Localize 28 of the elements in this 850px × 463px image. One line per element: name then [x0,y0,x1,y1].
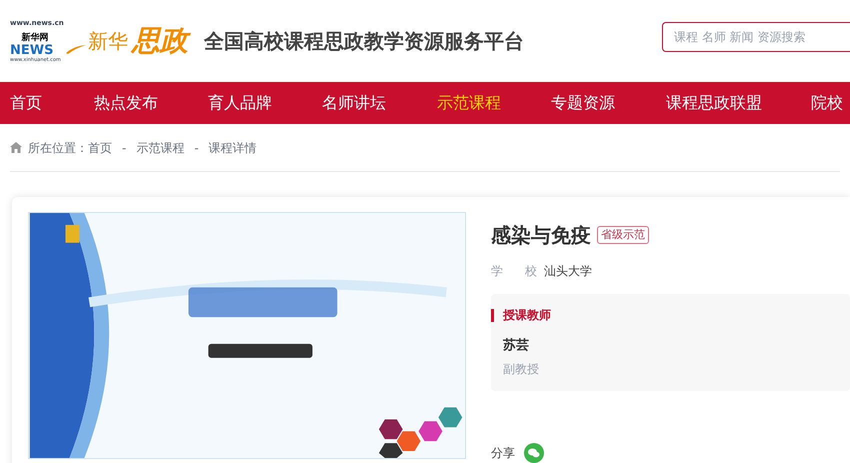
nav-item[interactable]: 课程思政联盟 [666,91,762,115]
teacher-name: 苏芸 [503,337,530,355]
school-label: 学 [491,263,503,280]
teacher-heading: 授课教师 [503,307,551,324]
logo-news: NEWS [10,44,54,57]
nav-item[interactable]: 首页 [10,91,42,115]
course-level-badge: 省级示范 [597,226,649,244]
teacher-rank: 副教授 [503,360,540,378]
share-label: 分享 [491,445,515,462]
course-title: 感染与免疫 [491,222,591,249]
breadcrumb-label: 所在位置： [28,140,88,156]
breadcrumb-separator: - [122,140,126,156]
wechat-icon[interactable] [524,443,544,463]
school-name: 汕头大学 [544,263,592,280]
nav-item[interactable]: 名师讲坛 [322,91,386,115]
home-icon [10,142,22,153]
school-label: 校 [525,263,537,280]
logo-sub-brand: 新华 [88,28,128,55]
nav-item[interactable]: 专题资源 [551,91,615,115]
site-title: 全国高校课程思政教学资源服务平台 [204,28,524,55]
nav-item[interactable]: 示范课程 [437,91,501,115]
breadcrumb-link[interactable]: 首页 [88,138,112,156]
nav-item[interactable]: 院校 [811,91,843,115]
breadcrumb-separator: - [194,140,199,156]
nav-item[interactable]: 育人品牌 [208,91,272,115]
nav-item[interactable]: 热点发布 [94,91,158,115]
breadcrumb-link[interactable]: 示范课程 [136,138,184,156]
logo-brand: 新华网 [21,33,48,43]
